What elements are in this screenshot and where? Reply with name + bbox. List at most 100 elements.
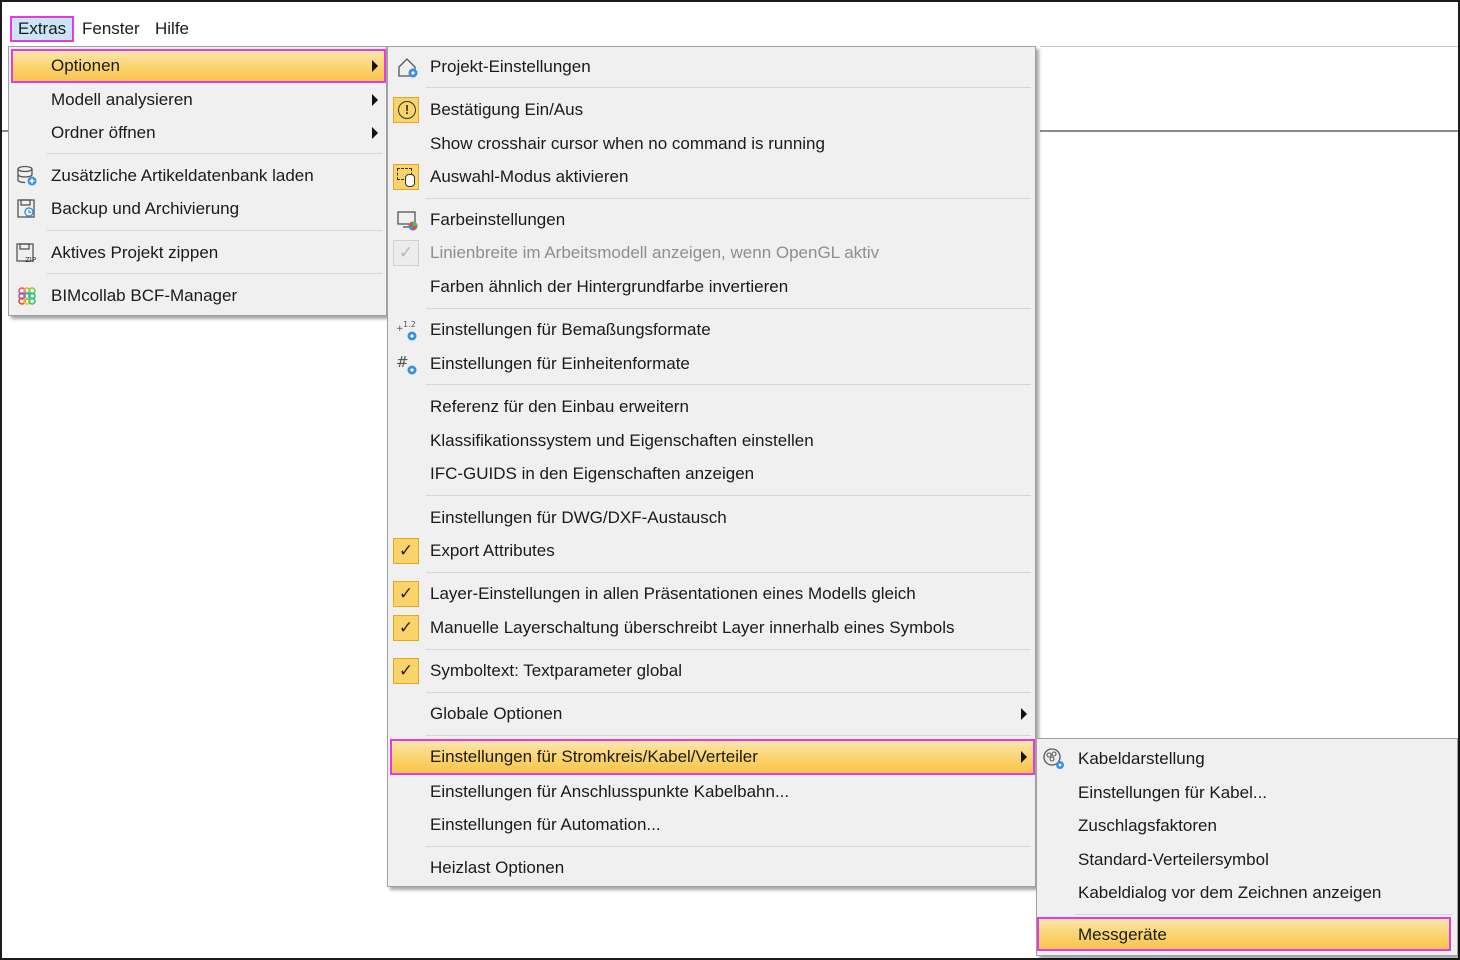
- menu-item-zippen[interactable]: ZIP Aktives Projekt zippen: [9, 237, 386, 269]
- menu-item-stromkreis[interactable]: Einstellungen für Stromkreis/Kabel/Verte…: [390, 739, 1035, 775]
- checkmark-icon: ✓: [393, 581, 419, 607]
- menu-hilfe[interactable]: Hilfe: [149, 16, 195, 42]
- menu-item-label: Standard-Verteilersymbol: [1078, 850, 1269, 869]
- menu-separator: [47, 273, 382, 274]
- menu-item-referenz[interactable]: Referenz für den Einbau erweitern: [388, 391, 1035, 423]
- menu-item-symboltext[interactable]: ✓ Symboltext: Textparameter global: [388, 655, 1035, 687]
- menu-separator: [426, 198, 1031, 199]
- menu-item-label: Farben ähnlich der Hintergrundfarbe inve…: [430, 277, 789, 296]
- toolbar-divider: [1040, 46, 1458, 47]
- menu-item-globale-optionen[interactable]: Globale Optionen: [388, 698, 1035, 730]
- menu-separator: [1075, 914, 1453, 915]
- menu-item-label: Auswahl-Modus aktivieren: [430, 167, 629, 186]
- menu-item-label: Zuschlagsfaktoren: [1078, 816, 1217, 835]
- menu-item-bcf[interactable]: BIMcollab BCF-Manager: [9, 280, 386, 312]
- menu-item-label: Backup und Archivierung: [51, 199, 240, 218]
- menu-separator: [426, 308, 1031, 309]
- color-settings-icon: [396, 208, 420, 232]
- project-settings-icon: [396, 55, 420, 79]
- menu-item-label: Modell analysieren: [51, 90, 193, 109]
- svg-text:1.2: 1.2: [403, 320, 416, 329]
- svg-text:#: #: [396, 353, 409, 371]
- menu-item-farben-invertieren[interactable]: Farben ähnlich der Hintergrundfarbe inve…: [388, 271, 1035, 303]
- menu-separator: [426, 572, 1031, 573]
- menu-item-projekt-einstellungen[interactable]: Projekt-Einstellungen: [388, 51, 1035, 83]
- menu-item-einheitenformate[interactable]: # Einstellungen für Einheitenformate: [388, 348, 1035, 380]
- menu-item-auswahl-modus[interactable]: Auswahl-Modus aktivieren: [388, 161, 1035, 193]
- menu-separator: [426, 692, 1031, 693]
- menu-item-label: Referenz für den Einbau erweitern: [430, 397, 689, 416]
- menu-item-label: IFC-GUIDS in den Eigenschaften anzeigen: [430, 464, 755, 483]
- menu-item-kabeldialog[interactable]: Kabeldialog vor dem Zeichnen anzeigen: [1037, 877, 1457, 909]
- menu-item-linienbreite[interactable]: ✓ Linienbreite im Arbeitsmodell anzeigen…: [388, 237, 1035, 269]
- menu-item-label: Farbeinstellungen: [430, 210, 566, 229]
- menu-item-zuschlagsfaktoren[interactable]: Zuschlagsfaktoren: [1037, 810, 1457, 842]
- menu-item-crosshair[interactable]: Show crosshair cursor when no command is…: [388, 128, 1035, 160]
- menu-item-label: Ordner öffnen: [51, 123, 156, 142]
- menu-item-dwg[interactable]: Einstellungen für DWG/DXF-Austausch: [388, 502, 1035, 534]
- menu-item-label: Kabeldarstellung: [1078, 749, 1205, 768]
- menu-separator: [47, 230, 382, 231]
- menu-item-layer-gleich[interactable]: ✓ Layer-Einstellungen in allen Präsentat…: [388, 578, 1035, 610]
- menu-item-label: Zusätzliche Artikeldatenbank laden: [51, 166, 314, 185]
- menu-item-label: Show crosshair cursor when no command is…: [430, 134, 825, 153]
- menu-item-verteilersymbol[interactable]: Standard-Verteilersymbol: [1037, 844, 1457, 876]
- menu-item-label: Projekt-Einstellungen: [430, 57, 591, 76]
- menu-item-label: Aktives Projekt zippen: [51, 243, 219, 262]
- submenu-arrow-icon: [372, 94, 378, 106]
- menu-item-export-attributes[interactable]: ✓ Export Attributes: [388, 535, 1035, 567]
- menu-item-farbeinstellungen[interactable]: Farbeinstellungen: [388, 204, 1035, 236]
- menu-separator: [426, 87, 1031, 88]
- menu-item-label: Layer-Einstellungen in allen Präsentatio…: [430, 584, 916, 603]
- menu-item-anschlusspunkte[interactable]: Einstellungen für Anschlusspunkte Kabelb…: [388, 776, 1035, 808]
- menu-item-klassifikation[interactable]: Klassifikationssystem und Eigenschaften …: [388, 425, 1035, 457]
- optionen-submenu: Projekt-Einstellungen ! Bestätigung Ein/…: [387, 46, 1036, 887]
- menu-fenster[interactable]: Fenster: [76, 16, 146, 42]
- bimcollab-icon: [15, 284, 39, 308]
- submenu-arrow-icon: [372, 127, 378, 139]
- menu-item-label: Einstellungen für Stromkreis/Kabel/Verte…: [430, 747, 758, 766]
- menu-item-label: Globale Optionen: [430, 704, 563, 723]
- extras-menu: Optionen Modell analysieren Ordner öffne…: [8, 46, 387, 316]
- unit-format-icon: #: [396, 352, 420, 376]
- menu-item-bemassungsformate[interactable]: +1.2 Einstellungen für Bemaßungsformate: [388, 314, 1035, 346]
- menu-item-ordner-oeffnen[interactable]: Ordner öffnen: [9, 117, 386, 149]
- checkmark-icon: ✓: [393, 658, 419, 684]
- menu-item-kabeldarstellung[interactable]: Kabeldarstellung: [1037, 743, 1457, 775]
- menu-item-label: Klassifikationssystem und Eigenschaften …: [430, 431, 814, 450]
- menu-item-heizlast[interactable]: Heizlast Optionen: [388, 852, 1035, 884]
- menu-item-label: Einstellungen für Anschlusspunkte Kabelb…: [430, 782, 790, 801]
- menu-item-automation[interactable]: Einstellungen für Automation...: [388, 809, 1035, 841]
- submenu-arrow-icon: [1021, 751, 1027, 763]
- selection-mode-icon: [393, 164, 419, 190]
- menu-separator: [426, 735, 1031, 736]
- submenu-arrow-icon: [372, 60, 378, 72]
- menu-item-modell-analysieren[interactable]: Modell analysieren: [9, 84, 386, 116]
- menu-item-bestaetigung[interactable]: ! Bestätigung Ein/Aus: [388, 94, 1035, 126]
- menu-item-label: Optionen: [51, 56, 120, 75]
- exclamation-icon: !: [398, 101, 416, 119]
- menu-item-label: Einstellungen für Einheitenformate: [430, 354, 690, 373]
- menu-item-label: Export Attributes: [430, 541, 555, 560]
- svg-text:ZIP: ZIP: [25, 256, 36, 264]
- menu-extras[interactable]: Extras: [10, 16, 75, 42]
- menu-bar: Extras Fenster Hilfe: [2, 14, 1452, 44]
- menu-item-label: Einstellungen für Kabel...: [1078, 783, 1268, 802]
- menu-item-label: Einstellungen für Automation...: [430, 815, 661, 834]
- menu-item-ifc-guids[interactable]: IFC-GUIDS in den Eigenschaften anzeigen: [388, 458, 1035, 490]
- menu-item-label: Linienbreite im Arbeitsmodell anzeigen, …: [430, 243, 880, 262]
- menu-item-layerschaltung[interactable]: ✓ Manuelle Layerschaltung überschreibt L…: [388, 612, 1035, 644]
- backup-icon: [15, 197, 39, 221]
- menu-item-einstellungen-kabel[interactable]: Einstellungen für Kabel...: [1037, 777, 1457, 809]
- menu-separator: [47, 153, 382, 154]
- menu-separator: [426, 649, 1031, 650]
- menu-item-label: Einstellungen für Bemaßungsformate: [430, 320, 711, 339]
- checkmark-icon: ✓: [393, 538, 419, 564]
- menu-item-zusatz-db[interactable]: Zusätzliche Artikeldatenbank laden: [9, 160, 386, 192]
- submenu-arrow-icon: [1021, 708, 1027, 720]
- menu-item-messgeraete[interactable]: Messgeräte: [1037, 917, 1451, 951]
- menu-item-optionen[interactable]: Optionen: [11, 49, 386, 83]
- menu-item-label: Symboltext: Textparameter global: [430, 661, 682, 680]
- zip-icon: ZIP: [15, 241, 39, 265]
- menu-item-backup[interactable]: Backup und Archivierung: [9, 193, 386, 225]
